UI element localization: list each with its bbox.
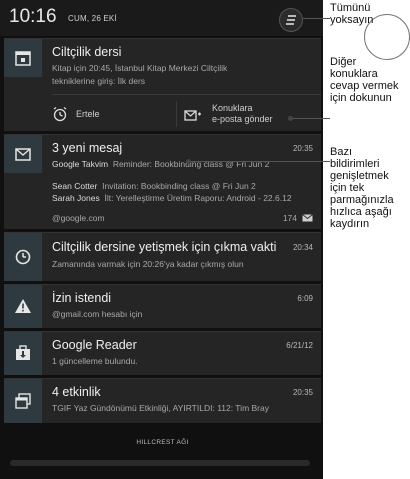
notification-title: 3 yeni mesaj bbox=[52, 141, 123, 155]
network-name: HILLCREST AĞI bbox=[136, 439, 189, 446]
notification-time: 6:09 bbox=[297, 294, 313, 303]
notification-google-reader[interactable]: Google Reader 6/21/12 1 güncelleme bulun… bbox=[4, 331, 321, 375]
notification-title: Ciltçilik dersine yetişmek için çıkma va… bbox=[52, 240, 277, 254]
notification-text: @gmail.com hesabı için bbox=[52, 309, 143, 319]
callout-line: konuklara bbox=[330, 68, 378, 80]
warning-icon bbox=[15, 299, 31, 313]
notification-title: İzin istendi bbox=[52, 291, 112, 305]
message-sender: Sean Cotter bbox=[52, 181, 98, 191]
email-guests-label-line2: e-posta gönder bbox=[212, 114, 273, 124]
notification-time: 6/21/12 bbox=[286, 341, 313, 350]
notification-icon-box bbox=[4, 135, 42, 173]
notification-events[interactable]: 4 etkinlik 20:35 TGIF Yaz Gündönümü Etki… bbox=[4, 378, 321, 423]
unread-count: 174 bbox=[282, 213, 297, 223]
clear-all-icon bbox=[286, 15, 296, 25]
callout-leader bbox=[190, 161, 330, 162]
email-guests-button[interactable]: Konuklara e-posta gönder bbox=[184, 99, 314, 129]
notification-text: TGIF Yaz Gündönümü Etkinliği, AYIRTILDI:… bbox=[52, 403, 269, 413]
snooze-button[interactable]: Ertele bbox=[52, 99, 172, 129]
callout-expand-gesture: Bazı bildirimleri genişletmek için tek p… bbox=[330, 146, 394, 230]
callout-line: için dokunun bbox=[330, 92, 392, 104]
callout-line: için tek bbox=[330, 182, 365, 194]
notification-icon-box bbox=[4, 285, 42, 328]
email-guests-label-line1: Konuklara bbox=[212, 103, 253, 113]
notification-icon-box bbox=[4, 332, 42, 375]
callout-line: kaydırın bbox=[330, 218, 370, 230]
notification-time: 20:35 bbox=[292, 144, 313, 153]
mail-icon bbox=[15, 148, 31, 161]
notification-title: Ciltçilik dersi bbox=[52, 45, 122, 59]
callout-line: genişletmek bbox=[330, 170, 389, 182]
shade-drag-handle[interactable] bbox=[10, 460, 310, 466]
callout-line: Tümünü bbox=[330, 2, 371, 14]
notification-gmail[interactable]: 3 yeni mesaj 20:35 Google Takvim Reminde… bbox=[4, 134, 321, 229]
notification-time: 20:34 bbox=[292, 243, 313, 252]
notification-title: Google Reader bbox=[52, 338, 137, 352]
calendar-icon bbox=[15, 51, 31, 66]
message-sender: Google Takvim bbox=[52, 159, 109, 169]
notification-text-line1: Kitap için 20:45, İstanbul Kitap Merkezi… bbox=[52, 63, 228, 73]
notification-text-line2: tekniklerine giriş: İlk ders bbox=[52, 76, 146, 86]
callout-line: Diğer bbox=[330, 56, 357, 68]
callout-line: Bazı bbox=[330, 146, 353, 158]
snooze-label: Ertele bbox=[76, 109, 100, 119]
message-row: Sean Cotter Invitation: Bookbinding clas… bbox=[52, 181, 256, 191]
message-subject: İlt: Yerelleştirme Üretim Raporu: Androi… bbox=[104, 193, 292, 203]
notification-permission[interactable]: İzin istendi 6:09 @gmail.com hesabı için bbox=[4, 284, 321, 328]
account-label: @google.com bbox=[52, 213, 105, 223]
callout-pointer bbox=[288, 116, 293, 121]
notification-icon-box bbox=[4, 39, 42, 77]
notification-text: Zamanında varmak için 20:26'ya kadar çık… bbox=[52, 259, 244, 269]
notification-time: 20:35 bbox=[292, 388, 313, 397]
callout-line: cevap vermek bbox=[330, 80, 399, 92]
divider bbox=[52, 94, 321, 95]
callout-dismiss-all: Tümünü yoksayın bbox=[330, 2, 373, 26]
callout-leader bbox=[292, 118, 330, 119]
multiple-calendars-icon bbox=[15, 393, 31, 409]
message-sender: Sarah Jones bbox=[52, 193, 100, 203]
date-label: CUM, 26 EKİ bbox=[68, 14, 117, 23]
notification-icon-box bbox=[4, 379, 42, 423]
notification-time-to-leave[interactable]: Ciltçilik dersine yetişmek için çıkma va… bbox=[4, 232, 321, 281]
status-bar: 10:16 CUM, 26 EKİ bbox=[0, 0, 323, 36]
notification-text: 1 güncelleme bulundu. bbox=[52, 356, 138, 366]
callout-line: hızlıca aşağı bbox=[330, 206, 392, 218]
callout-leader bbox=[303, 18, 330, 19]
callout-line: parmağınızla bbox=[330, 194, 394, 206]
notification-icon-box bbox=[4, 233, 42, 281]
notification-title: 4 etkinlik bbox=[52, 385, 101, 399]
notification-shade: 10:16 CUM, 26 EKİ Ciltçilik dersi Kitap … bbox=[0, 0, 323, 479]
email-send-icon bbox=[184, 110, 201, 121]
alarm-clock-icon bbox=[53, 106, 67, 122]
clock: 10:16 bbox=[9, 6, 57, 27]
divider bbox=[176, 101, 177, 127]
clear-all-button[interactable] bbox=[279, 8, 303, 32]
callout-line: bildirimleri bbox=[330, 158, 380, 170]
download-update-icon bbox=[16, 345, 30, 360]
callout-pointer bbox=[186, 159, 191, 164]
clock-icon bbox=[15, 249, 31, 265]
callout-line: yoksayın bbox=[330, 14, 374, 26]
small-mail-icon bbox=[302, 214, 313, 222]
message-subject: Invitation: Bookbinding class @ Fri Jun … bbox=[102, 181, 256, 191]
callout-reply-guests: Diğer konuklara cevap vermek için dokunu… bbox=[330, 56, 398, 104]
notification-calendar-event[interactable]: Ciltçilik dersi Kitap için 20:45, İstanb… bbox=[4, 38, 321, 131]
message-row: Sarah Jones İlt: Yerelleştirme Üretim Ra… bbox=[52, 193, 292, 203]
